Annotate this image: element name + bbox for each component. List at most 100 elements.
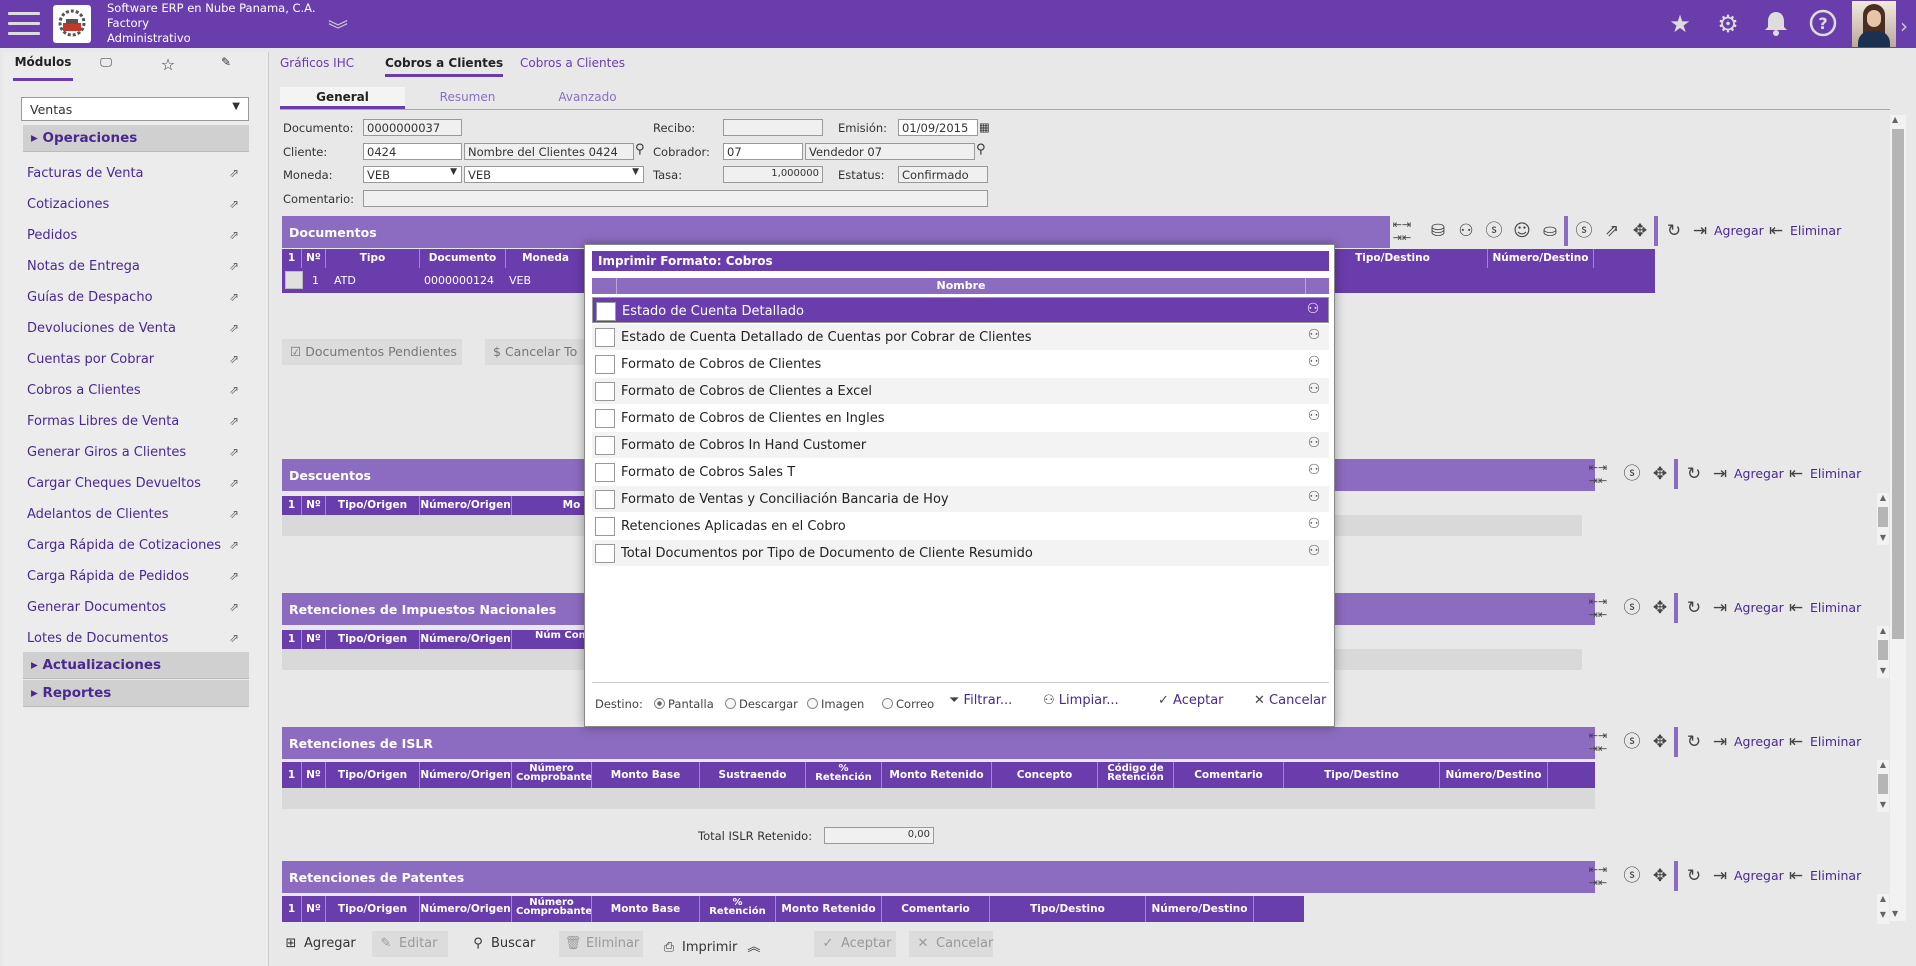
- sidebar-item[interactable]: Generar Giros a Clientes ⇗: [27, 445, 247, 467]
- sidebar-item[interactable]: Adelantos de Clientes ⇗: [27, 507, 247, 529]
- sidebar-item[interactable]: Formas Libres de Venta ⇗: [27, 414, 247, 436]
- search-cliente-icon[interactable]: ⚲: [635, 142, 645, 157]
- agregar-button[interactable]: Agregar: [1734, 466, 1784, 481]
- person-icon[interactable]: ☺: [1510, 218, 1534, 244]
- monitor-icon[interactable]: 🖵: [91, 55, 121, 81]
- scroll-down-icon[interactable]: ▼: [1877, 533, 1889, 545]
- row-checkbox[interactable]: [595, 544, 615, 563]
- sidebar-item[interactable]: Devoluciones de Venta ⇗: [27, 321, 247, 343]
- ret-islr-scrollbar[interactable]: ▲ ▼: [1877, 760, 1889, 812]
- eliminar-main-button[interactable]: 🗑 Eliminar: [559, 931, 643, 957]
- cobrador-code-field[interactable]: 07: [723, 143, 803, 160]
- group-operaciones[interactable]: ▸ Operaciones: [23, 125, 249, 152]
- scroll-down-icon[interactable]: ▼: [1892, 909, 1898, 918]
- expand-arrows-icon[interactable]: ⇤⇥ ⇥⇤: [1586, 595, 1610, 621]
- radio-descargar[interactable]: [725, 698, 736, 709]
- cliente-code-field[interactable]: 0424: [363, 143, 462, 160]
- radio-correo[interactable]: [882, 698, 893, 709]
- clear-filter-icon[interactable]: ⚇: [1305, 354, 1323, 372]
- subtab-resumen[interactable]: Resumen: [405, 87, 530, 109]
- sidebar-item[interactable]: Pedidos ⇗: [27, 228, 247, 250]
- expand-right-icon[interactable]: ›: [1900, 14, 1908, 38]
- puzzle-icon[interactable]: ✥: [1648, 863, 1672, 889]
- refresh-icon[interactable]: ↻: [1682, 595, 1706, 621]
- destino-correo[interactable]: Correo: [882, 697, 934, 711]
- external-link-icon[interactable]: ⇗: [229, 631, 239, 645]
- refresh-icon[interactable]: ↻: [1662, 218, 1686, 244]
- calendar-icon[interactable]: ▦: [979, 120, 990, 134]
- format-row[interactable]: Formato de Ventas y Conciliación Bancari…: [592, 486, 1329, 512]
- sidebar-item[interactable]: Cuentas por Cobrar ⇗: [27, 352, 247, 374]
- cancelar-dialog-button[interactable]: ✕ Cancelar: [1254, 693, 1326, 708]
- sidebar-item[interactable]: Carga Rápida de Pedidos ⇗: [27, 569, 247, 591]
- sidebar-item[interactable]: Carga Rápida de Cotizaciones ⇗: [27, 538, 247, 560]
- sidebar-item[interactable]: Cobros a Clientes ⇗: [27, 383, 247, 405]
- clear-filter-icon[interactable]: ⚇: [1305, 543, 1323, 561]
- scroll-down-icon[interactable]: ▼: [1877, 910, 1889, 922]
- remove-row-icon[interactable]: ⇤: [1784, 863, 1808, 889]
- puzzle-icon[interactable]: ✥: [1628, 218, 1652, 244]
- clear-filter-icon[interactable]: ⚇: [1305, 408, 1323, 426]
- scroll-thumb[interactable]: [1878, 507, 1888, 527]
- external-link-icon[interactable]: ⇗: [229, 538, 239, 552]
- group-actualizaciones[interactable]: ▸ Actualizaciones: [23, 652, 249, 679]
- documentos-pendientes-button[interactable]: ☑ Documentos Pendientes: [282, 339, 462, 365]
- imprimir-button[interactable]: ⎙ Imprimir ︽: [655, 931, 764, 957]
- comentario-field[interactable]: [363, 190, 988, 207]
- limpiar-button[interactable]: ⚇ Limpiar...: [1043, 693, 1119, 708]
- clear-filter-icon[interactable]: ⚇: [1305, 516, 1323, 534]
- collapse-header-icon[interactable]: ︾: [328, 14, 348, 43]
- sidebar-item[interactable]: Generar Documentos ⇗: [27, 600, 247, 622]
- scroll-down-icon[interactable]: ▼: [1877, 800, 1889, 812]
- page-scrollbar[interactable]: ▲ ▼: [1890, 115, 1906, 921]
- add-row-icon[interactable]: ⇥: [1708, 863, 1732, 889]
- note-icon[interactable]: ✎: [211, 55, 241, 81]
- remove-row-icon[interactable]: ⇤: [1784, 595, 1808, 621]
- row-checkbox[interactable]: [595, 463, 615, 482]
- remove-row-icon[interactable]: ⇤: [1764, 218, 1788, 244]
- money-icon[interactable]: ⓢ: [1620, 461, 1644, 487]
- subtab-avanzado[interactable]: Avanzado: [525, 87, 650, 109]
- money-icon[interactable]: ⓢ: [1620, 863, 1644, 889]
- eliminar-button[interactable]: Eliminar: [1810, 466, 1861, 481]
- remove-row-icon[interactable]: ⇤: [1784, 729, 1808, 755]
- help-icon[interactable]: ?: [1808, 9, 1838, 39]
- destino-descargar[interactable]: Descargar: [725, 697, 798, 711]
- external-link-icon[interactable]: ⇗: [229, 600, 239, 614]
- destino-imagen[interactable]: Imagen: [807, 697, 864, 711]
- row-checkbox[interactable]: [595, 409, 615, 428]
- refresh-icon[interactable]: ↻: [1682, 461, 1706, 487]
- ret-patentes-scrollbar[interactable]: ▲ ▼: [1877, 894, 1889, 924]
- external-link-icon[interactable]: ⇗: [229, 259, 239, 273]
- agregar-doc-button[interactable]: Agregar: [1714, 223, 1764, 238]
- external-link-icon[interactable]: ⇗: [229, 321, 239, 335]
- expand-arrows-icon[interactable]: ⇤⇥ ⇥⇤: [1586, 461, 1610, 487]
- add-row-icon[interactable]: ⇥: [1708, 595, 1732, 621]
- filtrar-button[interactable]: ⏷ Filtrar...: [949, 693, 1012, 708]
- scroll-up-icon[interactable]: ▲: [1877, 493, 1889, 505]
- expand-arrows-icon[interactable]: ⇤⇥ ⇥⇤: [1586, 863, 1610, 889]
- format-row[interactable]: Formato de Cobros Sales T ⚇: [592, 459, 1329, 485]
- row-checkbox[interactable]: [595, 355, 615, 374]
- external-link-icon[interactable]: ⇗: [229, 414, 239, 428]
- scroll-down-icon[interactable]: ▼: [1877, 666, 1889, 678]
- external-link-icon[interactable]: ⇗: [229, 352, 239, 366]
- money-icon[interactable]: ⓢ: [1620, 729, 1644, 755]
- row-checkbox[interactable]: [595, 436, 615, 455]
- external-link-icon[interactable]: ⇗: [229, 476, 239, 490]
- descuentos-scrollbar[interactable]: ▲ ▼: [1877, 493, 1889, 545]
- module-select[interactable]: Ventas ▼: [21, 97, 249, 121]
- chevron-up-icon[interactable]: ︽: [747, 940, 760, 955]
- format-row[interactable]: Estado de Cuenta Detallado ⚇: [592, 297, 1329, 323]
- external-link-icon[interactable]: ⇗: [1600, 218, 1624, 244]
- cancelar-todos-button[interactable]: $ Cancelar To: [485, 339, 585, 365]
- money-icon[interactable]: ⓢ: [1620, 595, 1644, 621]
- money-icon[interactable]: ⓢ: [1572, 218, 1596, 244]
- external-link-icon[interactable]: ⇗: [229, 569, 239, 583]
- settings-gear-icon[interactable]: ⚙: [1713, 9, 1743, 39]
- agregar-button[interactable]: Agregar: [1734, 868, 1784, 883]
- format-row[interactable]: Retenciones Aplicadas en el Cobro ⚇: [592, 513, 1329, 539]
- buscar-button[interactable]: ⚲ Buscar: [464, 931, 539, 957]
- row-checkbox[interactable]: [595, 517, 615, 536]
- puzzle-icon[interactable]: ✥: [1648, 595, 1672, 621]
